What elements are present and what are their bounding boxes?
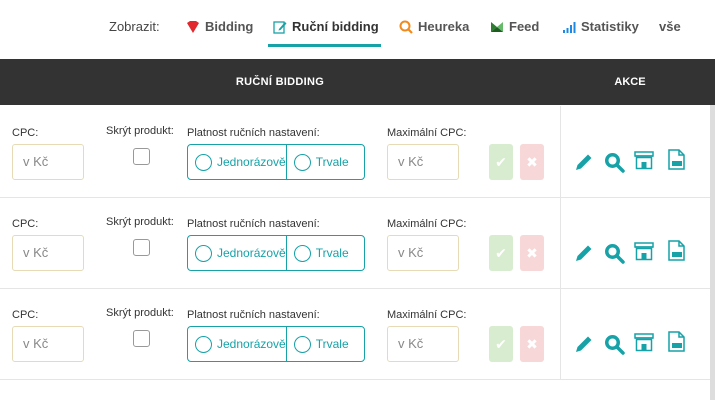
option-one-time[interactable]: Jednorázově	[188, 145, 286, 179]
option-permanent[interactable]: Trvale	[285, 236, 364, 270]
confirm-button[interactable]: ✔	[489, 326, 513, 362]
radio-permanent[interactable]	[293, 153, 311, 171]
hide-product-checkbox[interactable]	[133, 239, 150, 256]
cancel-button[interactable]: ✖	[520, 144, 544, 180]
cpc-label: CPC:	[12, 309, 39, 321]
tab-all-label: vše	[659, 19, 681, 34]
tab-all[interactable]: vše	[659, 19, 681, 34]
radio-one-time[interactable]	[195, 244, 212, 262]
cancel-button[interactable]: ✖	[520, 235, 544, 271]
scrollbar[interactable]	[710, 105, 715, 400]
tab-heureka[interactable]: Heureka	[399, 19, 469, 34]
tab-statistics[interactable]: Statistiky	[562, 19, 639, 34]
shop-icon[interactable]	[633, 149, 655, 171]
pencil-icon[interactable]	[573, 151, 595, 173]
validity-label: Platnost ručních nastavení:	[187, 127, 320, 139]
tab-manual-bidding[interactable]: Ruční bidding	[273, 19, 379, 34]
cpc-label: CPC:	[12, 127, 39, 139]
tab-bidding-label: Bidding	[205, 19, 254, 34]
csv-file-icon[interactable]	[665, 148, 687, 170]
radio-one-time[interactable]	[195, 335, 212, 353]
active-tab-underline	[268, 44, 381, 47]
nav-label: Zobrazit:	[109, 19, 160, 34]
csv-file-icon[interactable]	[665, 330, 687, 352]
option-permanent-label: Trvale	[315, 155, 349, 169]
confirm-button[interactable]: ✔	[489, 235, 513, 271]
bar-chart-icon	[563, 21, 576, 33]
option-permanent-label: Trvale	[315, 246, 349, 260]
bidding-row: CPC: v Kč Skrýt produkt: Platnost ručníc…	[0, 197, 715, 289]
option-permanent[interactable]: Trvale	[285, 145, 364, 179]
pencil-icon[interactable]	[573, 333, 595, 355]
option-one-time-label: Jednorázově	[217, 337, 286, 351]
bidding-row: CPC: v Kč Skrýt produkt: Platnost ručníc…	[0, 106, 715, 198]
diamond-icon	[187, 20, 199, 33]
tab-heureka-label: Heureka	[418, 19, 470, 34]
option-permanent-label: Trvale	[315, 337, 349, 351]
cpc-input[interactable]: v Kč	[12, 235, 84, 271]
validity-label: Platnost ručních nastavení:	[187, 218, 320, 230]
actions-divider	[560, 106, 561, 197]
option-one-time-label: Jednorázově	[217, 246, 286, 260]
tab-manual-bidding-label: Ruční bidding	[292, 19, 379, 34]
max-cpc-input[interactable]: v Kč	[387, 144, 459, 180]
actions-divider	[560, 288, 561, 379]
cpc-label: CPC:	[12, 218, 39, 230]
table-header: RUČNÍ BIDDING AKCE	[0, 59, 715, 105]
csv-file-icon[interactable]	[665, 239, 687, 261]
cpc-input[interactable]: v Kč	[12, 144, 84, 180]
max-cpc-label: Maximální CPC:	[387, 218, 467, 230]
bidding-row: CPC: v Kč Skrýt produkt: Platnost ručníc…	[0, 288, 715, 380]
cpc-input[interactable]: v Kč	[12, 326, 84, 362]
validity-label: Platnost ručních nastavení:	[187, 309, 320, 321]
validity-toggle: Jednorázově Trvale	[187, 235, 365, 271]
manual-bidding-page: Zobrazit: Bidding Ruční bidding Heureka	[0, 0, 715, 400]
option-permanent[interactable]: Trvale	[285, 327, 364, 361]
radio-one-time[interactable]	[195, 153, 212, 171]
hide-product-checkbox[interactable]	[133, 148, 150, 165]
radio-permanent[interactable]	[293, 335, 311, 353]
max-cpc-input[interactable]: v Kč	[387, 235, 459, 271]
edit-icon	[273, 20, 287, 34]
hide-product-label: Skrýt produkt:	[106, 216, 174, 228]
max-cpc-input[interactable]: v Kč	[387, 326, 459, 362]
heureka-search-icon[interactable]	[603, 242, 625, 264]
header-manual-bidding: RUČNÍ BIDDING	[235, 76, 325, 88]
tab-bidding[interactable]: Bidding	[186, 19, 253, 34]
radio-permanent[interactable]	[293, 244, 311, 262]
option-one-time[interactable]: Jednorázově	[188, 236, 286, 270]
confirm-button[interactable]: ✔	[489, 144, 513, 180]
heureka-icon	[399, 20, 413, 34]
hide-product-label: Skrýt produkt:	[106, 125, 174, 137]
tab-statistics-label: Statistiky	[581, 19, 639, 34]
heureka-search-icon[interactable]	[603, 333, 625, 355]
hide-product-label: Skrýt produkt:	[106, 307, 174, 319]
tab-feed-label: Feed	[509, 19, 540, 34]
pencil-icon[interactable]	[573, 242, 595, 264]
validity-toggle: Jednorázově Trvale	[187, 326, 365, 362]
tab-feed[interactable]: Feed	[490, 19, 539, 34]
max-cpc-label: Maximální CPC:	[387, 309, 467, 321]
top-nav: Zobrazit: Bidding Ruční bidding Heureka	[0, 0, 715, 58]
heureka-search-icon[interactable]	[603, 151, 625, 173]
shop-icon[interactable]	[633, 331, 655, 353]
cancel-button[interactable]: ✖	[520, 326, 544, 362]
feed-icon	[491, 21, 503, 32]
hide-product-checkbox[interactable]	[133, 330, 150, 347]
option-one-time-label: Jednorázově	[217, 155, 286, 169]
max-cpc-label: Maximální CPC:	[387, 127, 467, 139]
shop-icon[interactable]	[633, 240, 655, 262]
actions-divider	[560, 197, 561, 288]
validity-toggle: Jednorázově Trvale	[187, 144, 365, 180]
option-one-time[interactable]: Jednorázově	[188, 327, 286, 361]
header-actions: AKCE	[614, 76, 646, 88]
